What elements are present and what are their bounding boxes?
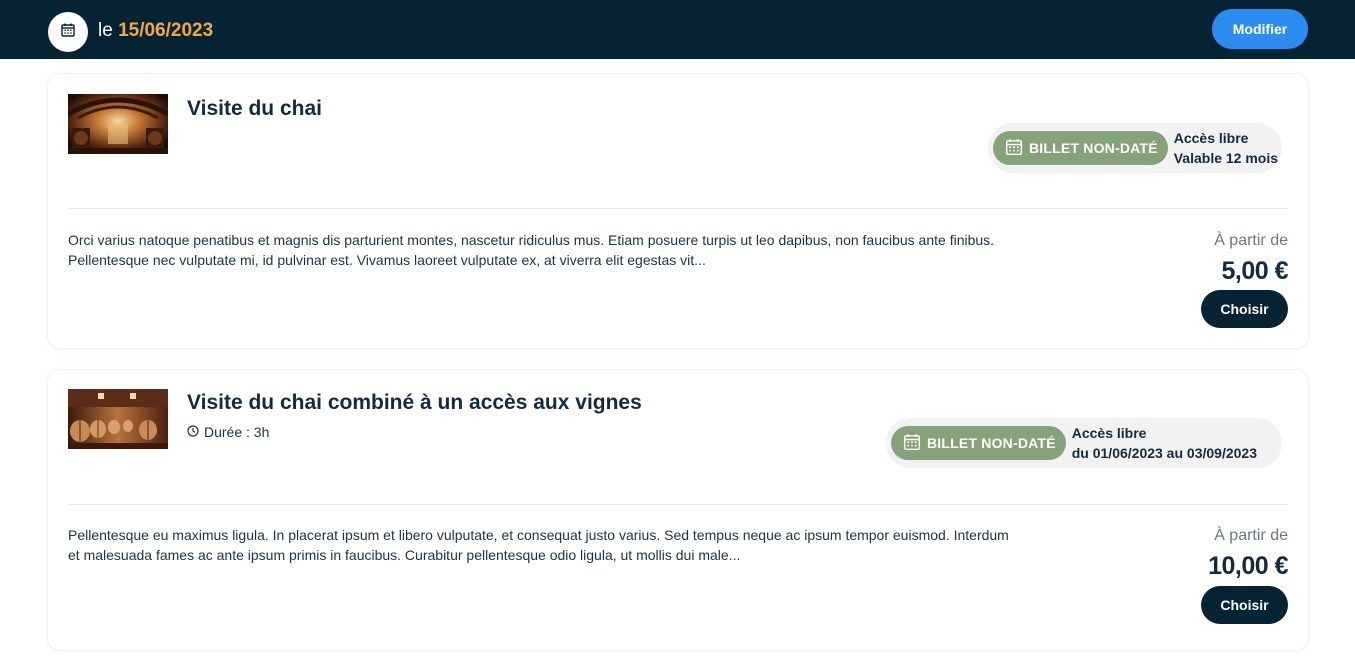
access-info: Accès libre Valable 12 mois [1174, 128, 1284, 168]
offer-title: Visite du chai [187, 97, 322, 120]
modify-button[interactable]: Modifier [1212, 9, 1308, 49]
access-line-2: du 01/06/2023 au 03/09/2023 [1071, 445, 1257, 461]
offer-image [68, 389, 168, 449]
offer-description: Orci varius natoque penatibus et magnis … [68, 230, 1068, 270]
ticket-badge: BILLET NON-DATÉ Accès libre du 01/06/202… [886, 418, 1282, 468]
calendar-icon [1005, 138, 1023, 159]
calendar-icon [903, 433, 921, 454]
description-line-1: Orci varius natoque penatibus et magnis … [68, 232, 995, 248]
ticket-type-label: BILLET NON-DATÉ [927, 435, 1056, 451]
access-line-2: Valable 12 mois [1173, 150, 1279, 166]
duration-label: Durée : 3h [204, 424, 270, 440]
offer-card: Visite du chai combiné à un accès aux vi… [48, 370, 1308, 650]
date-value: 15/06/2023 [118, 20, 214, 41]
access-line-1: Accès libre [1071, 425, 1147, 441]
offer-description: Pellentesque eu maximus ligula. In place… [68, 525, 1068, 565]
date-picker-button[interactable] [48, 12, 88, 52]
offer-card: Visite du chai BILLET NON-DATÉ Accès lib… [48, 74, 1308, 348]
offer-price: 5,00 € [1221, 257, 1288, 285]
price-from-label: À partir de [1214, 527, 1288, 544]
ticket-type-tag: BILLET NON-DATÉ [891, 426, 1066, 460]
description-line-1: Pellentesque eu maximus ligula. In place… [68, 527, 1009, 543]
ticket-type-label: BILLET NON-DATÉ [1029, 140, 1158, 156]
choose-button[interactable]: Choisir [1201, 290, 1288, 328]
ticket-badge: BILLET NON-DATÉ Accès libre Valable 12 m… [988, 123, 1282, 173]
selected-date: le 15/06/2023 [98, 20, 213, 42]
offer-image [68, 94, 168, 154]
access-line-1: Accès libre [1173, 130, 1249, 146]
offer-duration: Durée : 3h [187, 424, 269, 440]
price-from-label: À partir de [1214, 232, 1288, 249]
ticket-type-tag: BILLET NON-DATÉ [993, 131, 1168, 165]
divider [68, 504, 1288, 505]
description-line-2: et malesuada fames ac ante ipsum primis … [68, 547, 741, 563]
date-prefix: le [98, 20, 113, 41]
clock-icon [187, 424, 199, 440]
access-info: Accès libre du 01/06/2023 au 03/09/2023 [1072, 423, 1263, 463]
offer-price: 10,00 € [1208, 552, 1288, 580]
description-line-2: Pellentesque nec vulputate mi, id pulvin… [68, 252, 706, 268]
calendar-icon [60, 22, 76, 43]
divider [68, 208, 1288, 209]
top-bar: le 15/06/2023 Modifier [0, 0, 1355, 59]
offer-title: Visite du chai combiné à un accès aux vi… [187, 391, 642, 414]
choose-button[interactable]: Choisir [1201, 586, 1288, 624]
